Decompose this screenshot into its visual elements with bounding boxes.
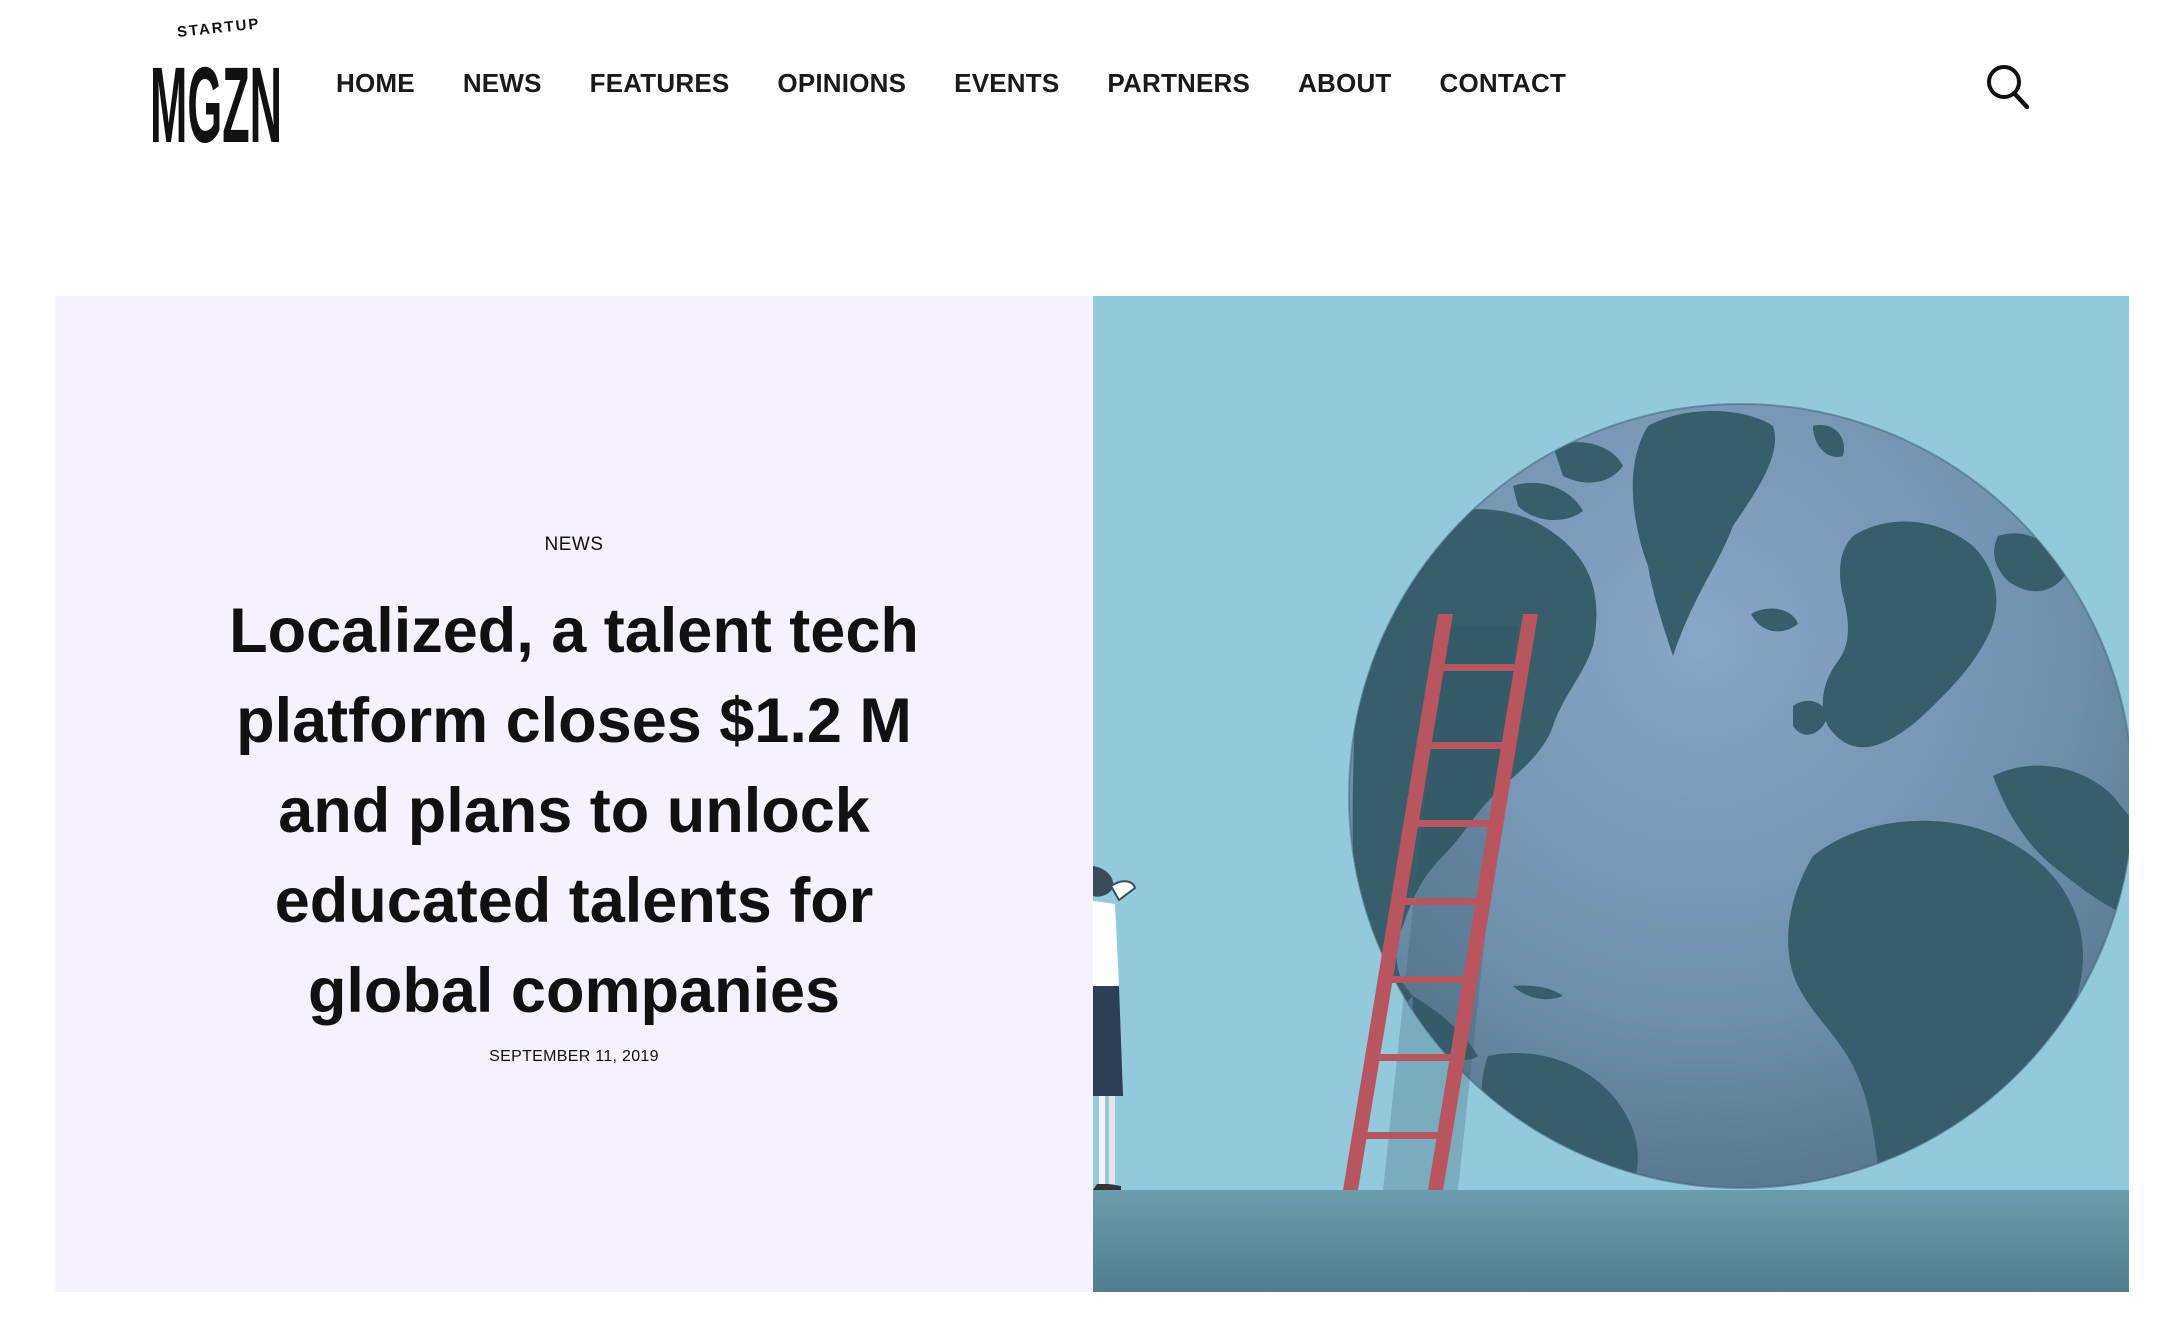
nav-item-contact[interactable]: CONTACT (1440, 68, 1567, 99)
nav-item-events[interactable]: EVENTS (954, 68, 1059, 99)
featured-article: NEWS Localized, a talent tech platform c… (55, 296, 2129, 1292)
globe-ladder-illustration (1093, 296, 2129, 1292)
featured-article-text-panel: NEWS Localized, a talent tech platform c… (55, 296, 1093, 1292)
nav-item-features[interactable]: FEATURES (590, 68, 730, 99)
article-featured-image[interactable] (1093, 296, 2129, 1292)
nav-item-about[interactable]: ABOUT (1298, 68, 1391, 99)
logo-wordmark: MGZN (150, 44, 282, 150)
nav-item-partners[interactable]: PARTNERS (1107, 68, 1250, 99)
main-nav: HOME NEWS FEATURES OPINIONS EVENTS PARTN… (336, 68, 1614, 99)
site-logo[interactable]: STARTUP MGZN (150, 15, 284, 152)
nav-item-opinions[interactable]: OPINIONS (777, 68, 906, 99)
article-date: SEPTEMBER 11, 2019 (489, 1048, 659, 1065)
article-title[interactable]: Localized, a talent tech platform closes… (215, 586, 933, 1036)
search-icon (1987, 65, 2030, 110)
svg-text:MGZN: MGZN (150, 44, 282, 150)
site-header: STARTUP MGZN HOME NEWS FEATURES OPINIONS… (0, 0, 2168, 175)
article-category[interactable]: NEWS (55, 534, 1093, 556)
nav-item-news[interactable]: NEWS (463, 68, 542, 99)
nav-item-home[interactable]: HOME (336, 68, 415, 99)
search-button[interactable] (1986, 64, 2030, 110)
